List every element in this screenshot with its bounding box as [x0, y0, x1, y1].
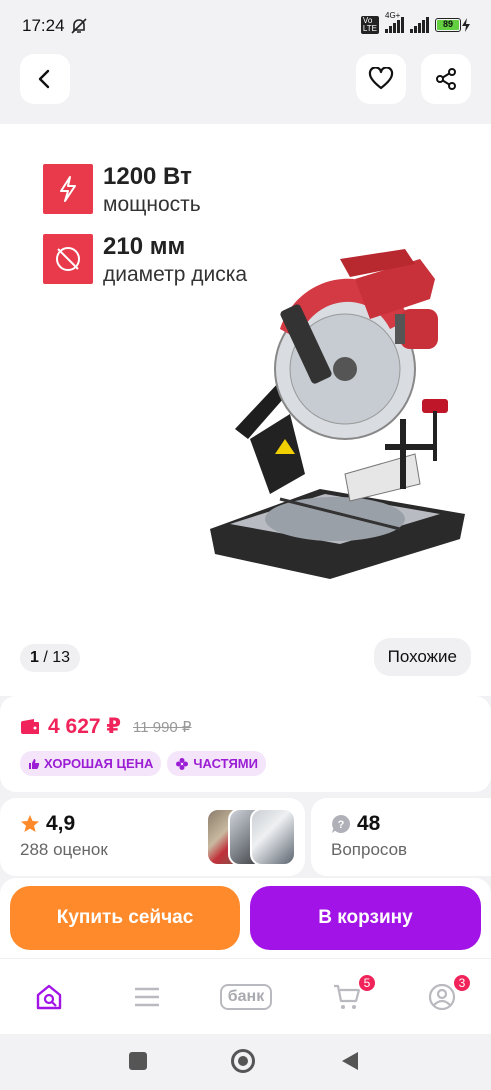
heart-icon — [368, 67, 394, 90]
svg-text:?: ? — [338, 819, 345, 831]
profile-badge: 3 — [452, 973, 472, 993]
battery-icon: 89 — [435, 18, 471, 32]
good-price-label: ХОРОШАЯ ЦЕНА — [44, 756, 154, 771]
lightning-icon — [43, 164, 93, 214]
home-button[interactable] — [231, 1049, 255, 1073]
top-header — [0, 46, 491, 124]
bank-label: банк — [219, 984, 273, 1010]
home-search-icon — [36, 984, 62, 1010]
spec-power-label: мощность — [103, 193, 201, 216]
bell-off-icon — [71, 18, 87, 34]
signal-icon: 4G+ — [385, 11, 404, 33]
signal-icon-2 — [410, 17, 429, 33]
action-bar: Купить сейчас В корзину — [0, 878, 491, 958]
disc-diameter-icon — [43, 234, 93, 284]
back-nav-icon[interactable] — [340, 1051, 360, 1071]
image-counter: 1 / 13 — [20, 644, 81, 672]
status-icons: Vo LTE 4G+ 89 — [360, 11, 471, 34]
tab-bank[interactable]: банк — [215, 979, 277, 1015]
installments-icon — [176, 757, 189, 770]
installments-label: ЧАСТЯМИ — [193, 756, 258, 771]
add-to-cart-button[interactable]: В корзину — [250, 886, 481, 950]
similar-button[interactable]: Похожие — [373, 638, 471, 676]
tab-cart[interactable]: 5 — [327, 973, 377, 1015]
back-button[interactable] — [20, 54, 70, 104]
product-image — [210, 249, 465, 579]
system-nav-bar — [0, 1034, 491, 1090]
charging-icon — [462, 18, 470, 32]
questions-card[interactable]: ? 48 Вопросов — [311, 798, 491, 876]
share-button[interactable] — [421, 54, 471, 104]
network-type: 4G+ — [385, 11, 401, 20]
tab-home[interactable] — [29, 979, 69, 1015]
tab-profile[interactable]: 3 — [422, 973, 472, 1015]
thumbs-up-icon — [29, 758, 40, 769]
question-bubble-icon: ? — [332, 815, 351, 833]
buy-now-button[interactable]: Купить сейчас — [10, 886, 240, 950]
rating-card[interactable]: 4,9 288 оценок — [0, 798, 305, 876]
rating-value: 4,9 — [46, 812, 76, 835]
image-counter-current: 1 — [30, 649, 39, 666]
installments-badge[interactable]: ЧАСТЯМИ — [167, 751, 266, 776]
cart-badge: 5 — [357, 973, 377, 993]
wallet-icon — [21, 718, 39, 734]
old-price: 11 990 ₽ — [133, 718, 192, 736]
back-arrow-icon — [38, 69, 50, 89]
status-time: 17:24 — [22, 16, 65, 35]
image-counter-total: / 13 — [43, 649, 71, 666]
tab-catalog[interactable] — [127, 979, 167, 1015]
volte-icon: Vo LTE — [360, 16, 379, 34]
spec-power: 1200 Вт мощность — [43, 164, 201, 220]
current-price: 4 627 ₽ — [48, 715, 121, 738]
questions-count: 48 — [357, 812, 381, 835]
share-icon — [436, 68, 456, 90]
spec-power-value: 1200 Вт — [103, 163, 192, 190]
review-photo[interactable] — [250, 808, 296, 866]
price-card: 4 627 ₽ 11 990 ₽ ХОРОШАЯ ЦЕНА ЧАСТЯМИ — [0, 696, 491, 792]
bottom-tab-bar: банк 5 3 — [0, 958, 491, 1034]
favorite-button[interactable] — [356, 54, 406, 104]
good-price-badge[interactable]: ХОРОШАЯ ЦЕНА — [20, 751, 162, 776]
recent-apps-button[interactable] — [129, 1052, 147, 1070]
battery-level: 89 — [437, 20, 459, 30]
review-photos[interactable] — [206, 808, 296, 866]
status-bar: 17:24 Vo LTE 4G+ 89 — [0, 0, 491, 46]
questions-label: Вопросов — [331, 840, 408, 859]
menu-icon — [135, 987, 159, 1007]
product-image-gallery[interactable]: 1200 Вт мощность 210 мм диаметр диска 1 … — [0, 124, 491, 696]
star-icon — [21, 815, 39, 832]
